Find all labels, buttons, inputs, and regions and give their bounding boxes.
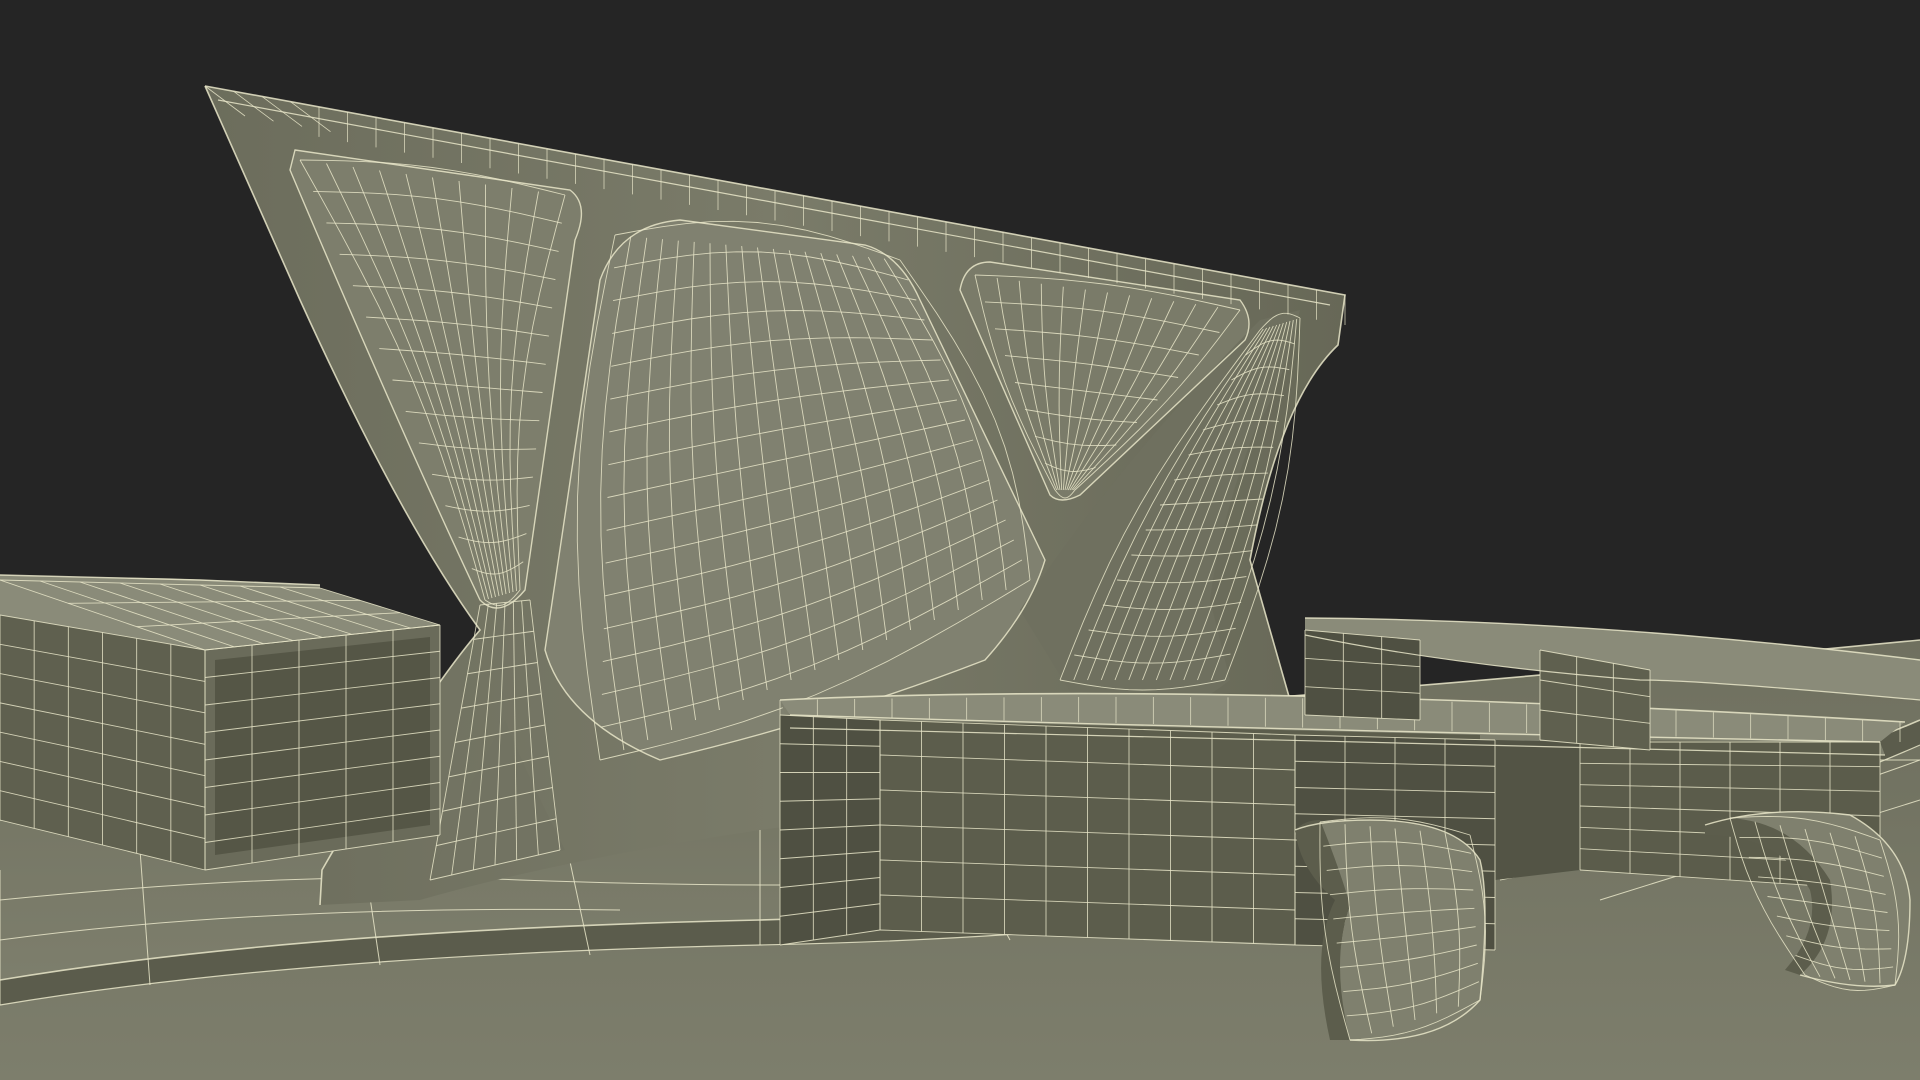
left-bench — [0, 574, 441, 871]
wireframe-scene — [0, 0, 1920, 1080]
render-viewport — [0, 0, 1920, 1080]
